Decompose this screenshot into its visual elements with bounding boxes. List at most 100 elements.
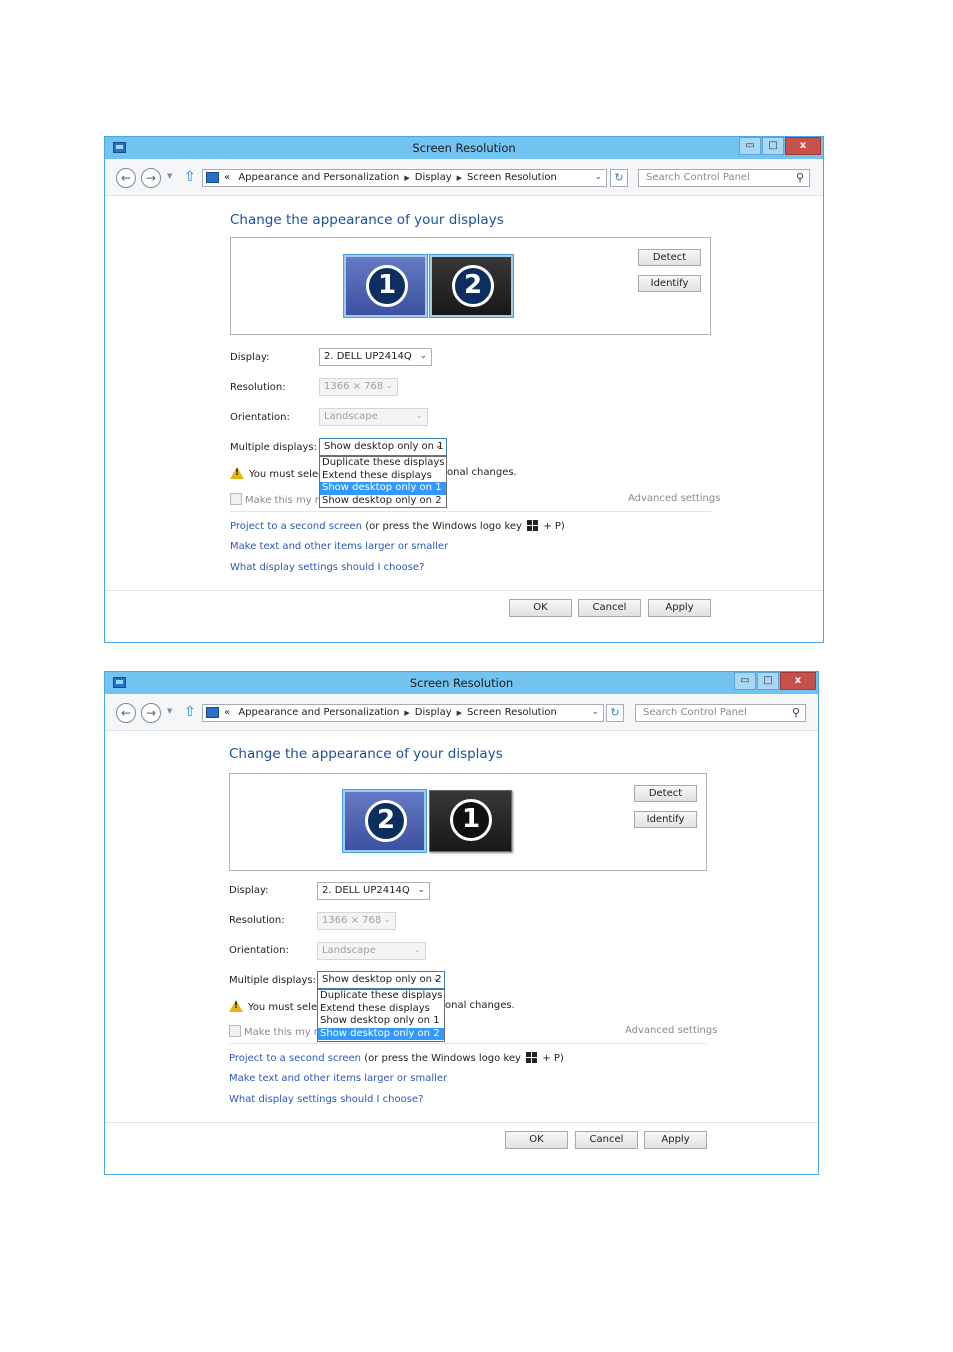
chevron-down-icon[interactable]: ⌄ [591, 707, 599, 717]
text-size-link[interactable]: Make text and other items larger or smal… [229, 1073, 447, 1084]
monitor-number: 2 [365, 800, 407, 842]
option-extend[interactable]: Extend these displays [318, 1003, 444, 1016]
breadcrumb-overflow[interactable]: « [224, 707, 230, 718]
display-label: Display: [230, 352, 270, 363]
breadcrumb-appearance[interactable]: Appearance and Personalization [238, 172, 399, 183]
minimize-button[interactable]: ▭ [734, 672, 756, 690]
project-row: Project to a second screen (or press the… [230, 520, 565, 532]
option-show-only-1[interactable]: Show desktop only on 1 [318, 1015, 444, 1028]
resolution-select[interactable]: 1366 × 768 ⌄ [317, 912, 396, 930]
breadcrumb-screen-resolution[interactable]: Screen Resolution [467, 172, 557, 183]
minimize-button[interactable]: ▭ [739, 137, 761, 155]
maximize-button[interactable]: □ [757, 672, 779, 690]
breadcrumb-appearance[interactable]: Appearance and Personalization [238, 707, 399, 718]
warning-text: You must select [248, 1002, 327, 1013]
maximize-button[interactable]: □ [762, 137, 784, 155]
warning-message: You must select [230, 467, 328, 480]
search-placeholder: Search Control Panel [643, 707, 747, 718]
display-arrangement-area: 2 1 Detect Identify [229, 773, 707, 871]
orientation-select[interactable]: Landscape ⌄ [317, 942, 426, 960]
address-bar[interactable]: « Appearance and Personalization ▶ Display… [202, 169, 607, 187]
project-hint-shortcut: + P) [543, 521, 565, 532]
resolution-select[interactable]: 1366 × 768 ⌄ [319, 378, 398, 396]
detect-button[interactable]: Detect [638, 249, 701, 266]
address-bar[interactable]: « Appearance and Personalization ▶ Display… [202, 704, 604, 722]
checkbox-icon[interactable] [229, 1025, 241, 1037]
up-arrow-icon[interactable]: ⇧ [184, 169, 196, 185]
breadcrumb-overflow[interactable]: « [224, 172, 230, 183]
text-size-link[interactable]: Make text and other items larger or smal… [230, 541, 448, 552]
breadcrumb-separator-icon[interactable]: ▶ [404, 709, 409, 717]
breadcrumb-display[interactable]: Display [415, 707, 452, 718]
checkbox-icon[interactable] [230, 493, 242, 505]
search-input[interactable]: Search Control Panel ⚲ [635, 704, 806, 722]
display-select[interactable]: 2. DELL UP2414Q ⌄ [319, 348, 432, 366]
multiple-displays-select[interactable]: Show desktop only on 1 ⌄ [319, 438, 447, 456]
cancel-button[interactable]: Cancel [575, 1131, 638, 1149]
forward-arrow-icon[interactable]: → [141, 168, 161, 188]
option-duplicate[interactable]: Duplicate these displays [318, 990, 444, 1003]
monitor-1[interactable]: 1 [344, 255, 427, 317]
back-arrow-icon[interactable]: ← [116, 703, 136, 723]
option-show-only-2[interactable]: Show desktop only on 2 [318, 1027, 444, 1040]
breadcrumb-screen-resolution[interactable]: Screen Resolution [467, 707, 557, 718]
refresh-icon[interactable]: ↻ [606, 704, 624, 722]
back-arrow-icon[interactable]: ← [116, 168, 136, 188]
monitor-2[interactable]: 2 [343, 790, 426, 852]
close-button[interactable]: x [780, 672, 816, 690]
breadcrumb-display[interactable]: Display [415, 172, 452, 183]
monitor-number: 1 [366, 265, 408, 307]
forward-arrow-icon[interactable]: → [141, 703, 161, 723]
breadcrumb-separator-icon[interactable]: ▶ [404, 174, 409, 182]
breadcrumb-separator-icon[interactable]: ▶ [457, 174, 462, 182]
orientation-select[interactable]: Landscape ⌄ [319, 408, 428, 426]
display-settings-help-link[interactable]: What display settings should I choose? [229, 1094, 423, 1105]
identify-button[interactable]: Identify [638, 275, 701, 292]
project-second-screen-link[interactable]: Project to a second screen [230, 521, 362, 532]
cancel-button[interactable]: Cancel [578, 599, 641, 617]
option-show-only-2[interactable]: Show desktop only on 2 [320, 495, 446, 508]
option-show-only-1[interactable]: Show desktop only on 1 [320, 482, 446, 495]
title-bar[interactable]: Screen Resolution ▭ □ x [105, 672, 818, 694]
orientation-label: Orientation: [229, 945, 289, 956]
advanced-settings-link[interactable]: Advanced settings [628, 493, 720, 504]
advanced-settings-link[interactable]: Advanced settings [625, 1025, 717, 1036]
display-settings-help-link[interactable]: What display settings should I choose? [230, 562, 424, 573]
display-value: 2. DELL UP2414Q [324, 351, 412, 362]
checkbox-label: Make this my ma [245, 495, 331, 506]
multiple-displays-label: Multiple displays: [229, 975, 316, 986]
monitor-2[interactable]: 2 [430, 255, 513, 317]
multiple-displays-value: Show desktop only on 2 [322, 974, 442, 985]
recent-locations-chevron-icon[interactable]: ▼ [167, 707, 172, 715]
display-arrangement-area: 1 2 Detect Identify [230, 237, 711, 335]
search-icon[interactable]: ⚲ [792, 706, 800, 719]
apply-button[interactable]: Apply [648, 599, 711, 617]
navigation-bar: ← → ▼ ⇧ « Appearance and Personalization… [105, 694, 818, 731]
project-second-screen-link[interactable]: Project to a second screen [229, 1053, 361, 1064]
chevron-down-icon: ⌄ [434, 441, 442, 451]
screen-resolution-window-2: Screen Resolution ▭ □ x ← → ▼ ⇧ « Appear… [104, 671, 819, 1175]
monitor-1[interactable]: 1 [429, 790, 512, 852]
ok-button[interactable]: OK [509, 599, 572, 617]
search-input[interactable]: Search Control Panel ⚲ [638, 169, 810, 187]
main-display-checkbox[interactable]: Make this my ma [230, 493, 331, 506]
apply-button[interactable]: Apply [644, 1131, 707, 1149]
divider [229, 1043, 707, 1044]
identify-button[interactable]: Identify [634, 811, 697, 828]
ok-button[interactable]: OK [505, 1131, 568, 1149]
display-select[interactable]: 2. DELL UP2414Q ⌄ [317, 882, 430, 900]
recent-locations-chevron-icon[interactable]: ▼ [167, 172, 172, 180]
breadcrumb-separator-icon[interactable]: ▶ [457, 709, 462, 717]
up-arrow-icon[interactable]: ⇧ [184, 704, 196, 720]
refresh-icon[interactable]: ↻ [610, 169, 628, 187]
chevron-down-icon: ⌄ [417, 885, 425, 895]
main-display-checkbox[interactable]: Make this my ma [229, 1025, 330, 1038]
option-extend[interactable]: Extend these displays [320, 470, 446, 483]
title-bar[interactable]: Screen Resolution ▭ □ x [105, 137, 823, 159]
option-duplicate[interactable]: Duplicate these displays [320, 457, 446, 470]
detect-button[interactable]: Detect [634, 785, 697, 802]
chevron-down-icon[interactable]: ⌄ [594, 172, 602, 182]
multiple-displays-select[interactable]: Show desktop only on 2 ⌄ [317, 971, 445, 989]
search-icon[interactable]: ⚲ [796, 171, 804, 184]
close-button[interactable]: x [785, 137, 821, 155]
